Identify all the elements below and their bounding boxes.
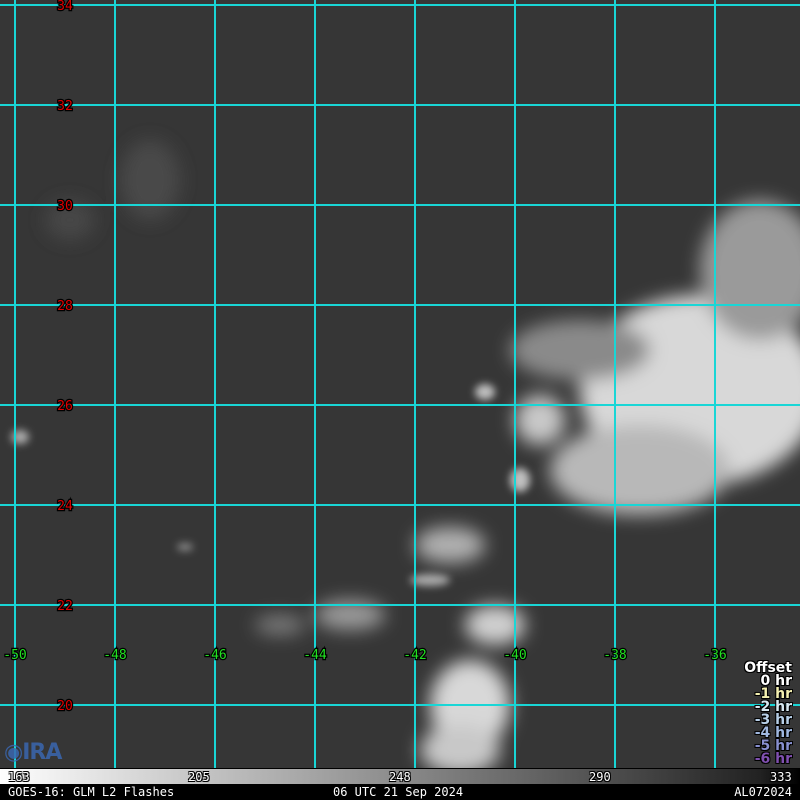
cloud-imagery xyxy=(11,140,800,768)
longitude-label: -38 xyxy=(603,648,626,663)
colorbar-tick: 290 xyxy=(589,770,611,784)
colorbar-tick: 163 xyxy=(8,770,30,784)
longitude-label: -50 xyxy=(3,648,26,663)
longitude-label: -42 xyxy=(403,648,426,663)
colorbar-tick: 248 xyxy=(389,770,411,784)
longitude-label: -44 xyxy=(303,648,327,663)
latitude-label: 34 xyxy=(57,0,73,14)
longitude-label: -40 xyxy=(503,648,526,663)
latitude-label: 22 xyxy=(57,599,73,614)
satellite-map: -50 -48 -46 -44 -42 -40 -38 -36 34 32 30 28 26 24 22 20… xyxy=(0,0,800,800)
colorbar-tick: 205 xyxy=(188,770,210,784)
colorbar-tick: 333 xyxy=(770,770,792,784)
legend-item: -6 hr xyxy=(754,751,792,767)
cira-logo: ◉IRA xyxy=(4,740,62,765)
longitude-label: -46 xyxy=(203,648,226,663)
latitude-label: 32 xyxy=(57,99,73,114)
longitude-label: -48 xyxy=(103,648,126,663)
timestamp: 06 UTC 21 Sep 2024 xyxy=(333,785,464,799)
product-label: GOES-16: GLM L2 Flashes xyxy=(8,785,175,799)
storm-id: AL072024 xyxy=(734,785,792,799)
latitude-label: 28 xyxy=(57,299,73,314)
map-canvas: -50 -48 -46 -44 -42 -40 -38 -36 34 32 30 28 26 24 22 20 xyxy=(0,0,800,768)
latitude-label: 26 xyxy=(57,399,73,414)
latitude-label: 20 xyxy=(57,699,73,714)
footer-bar: GOES-16: GLM L2 Flashes 06 UTC 21 Sep 20… xyxy=(0,784,800,800)
latitude-label: 24 xyxy=(57,499,73,514)
longitude-label: -36 xyxy=(703,648,726,663)
offset-legend: Offset 0 hr -1 hr -2 hr -3 hr -4 hr -5 hr -6 h… xyxy=(744,661,792,767)
latitude-label: 30 xyxy=(57,199,73,214)
colorbar: 163 205 248 290 333 xyxy=(0,768,800,785)
